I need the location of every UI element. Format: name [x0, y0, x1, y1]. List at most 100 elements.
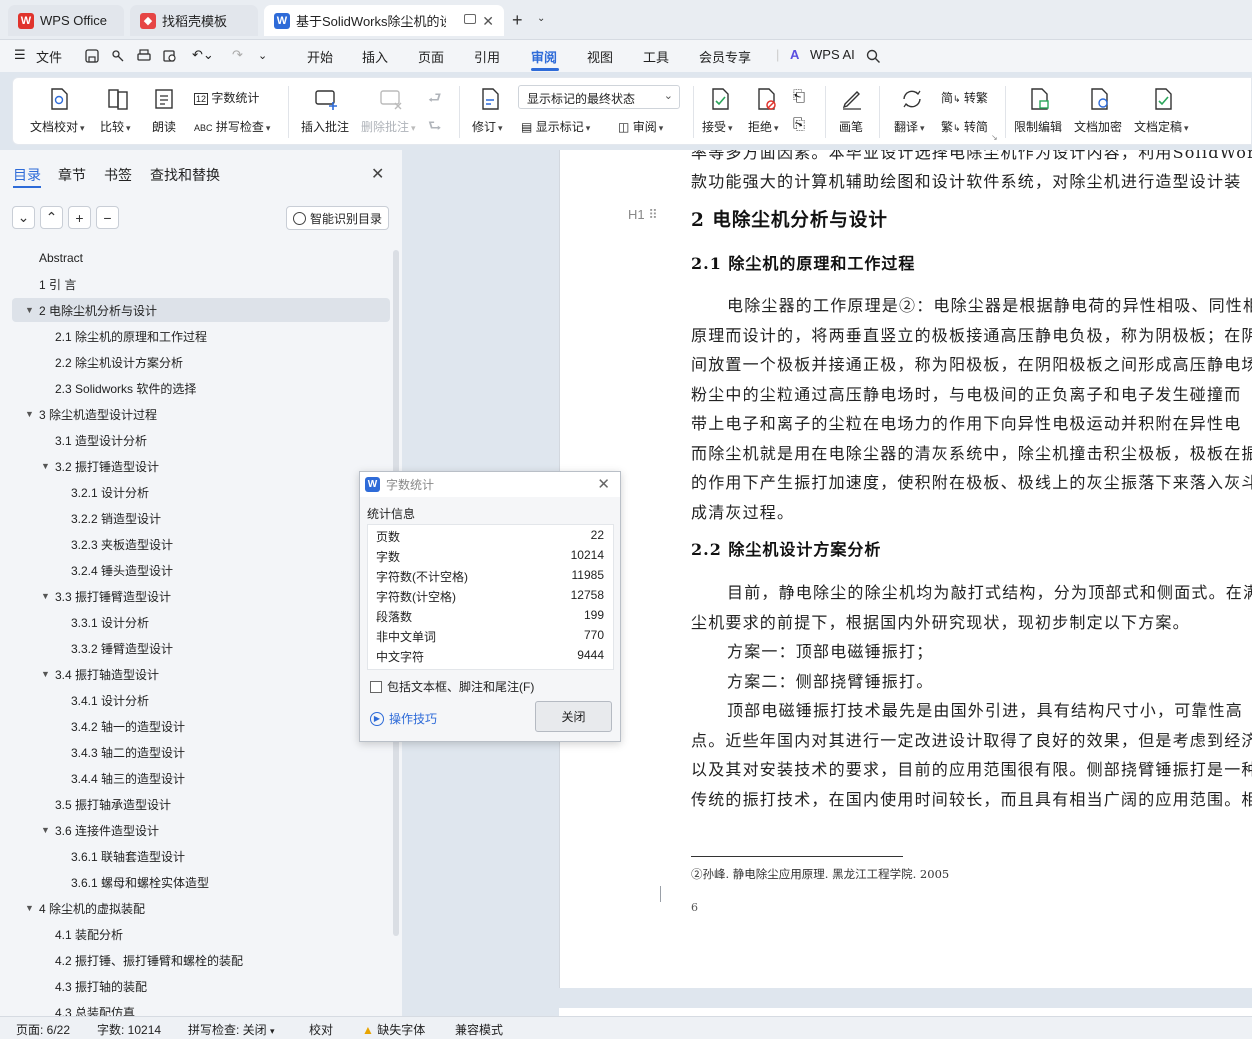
menu-page[interactable]: 页面: [418, 47, 444, 66]
add-heading-button[interactable]: +: [68, 206, 91, 229]
status-proofread[interactable]: 校对: [309, 1021, 333, 1038]
status-spell-check[interactable]: 拼写检查: 关闭 ▾: [188, 1021, 275, 1038]
menu-review[interactable]: 审阅: [531, 47, 557, 66]
close-tab-icon[interactable]: ✕: [482, 13, 494, 30]
menu-wps-ai[interactable]: WPS AI: [810, 47, 855, 62]
insert-comment-button[interactable]: 插入批注: [301, 118, 349, 135]
share-icon[interactable]: [110, 48, 126, 64]
encrypt-button[interactable]: 文档加密: [1074, 118, 1122, 135]
collapse-toggle-icon[interactable]: ▼: [41, 825, 50, 835]
collapse-toggle-icon[interactable]: ▼: [41, 669, 50, 679]
show-markup-button[interactable]: ▤ 显示标记 ▾: [521, 118, 590, 135]
word-count-button[interactable]: 12 字数统计: [194, 89, 259, 106]
tab-sections[interactable]: 章节: [58, 165, 86, 185]
read-aloud-button[interactable]: 朗读: [152, 118, 176, 135]
hamburger-icon[interactable]: ☰: [14, 47, 26, 63]
heading-marker[interactable]: H1 ⠿: [628, 207, 658, 223]
toc-item[interactable]: 3.2.4 锤头造型设计: [71, 558, 173, 582]
next-comment-icon[interactable]: ⮑: [428, 116, 442, 141]
toc-item[interactable]: 3.3.1 设计分析: [71, 610, 149, 634]
next-change-icon[interactable]: ⎘: [793, 116, 805, 133]
collapse-toggle-icon[interactable]: ▼: [25, 305, 34, 315]
tab-wps-office[interactable]: W WPS Office: [8, 5, 124, 36]
toc-item[interactable]: 4.3 总装配仿真: [55, 1000, 135, 1017]
monitor-icon[interactable]: [464, 14, 476, 24]
toc-item[interactable]: 4.2 振打锤、振打锤臂和螺栓的装配: [55, 948, 243, 972]
status-word-count[interactable]: 字数: 10214: [97, 1021, 161, 1038]
markup-state-select[interactable]: 显示标记的最终状态 ⌄: [518, 85, 680, 109]
menu-tools[interactable]: 工具: [643, 47, 669, 66]
toc-item[interactable]: 3.6.1 螺母和螺栓实体造型: [71, 870, 209, 894]
smart-toc-button[interactable]: 智能识别目录: [286, 206, 389, 230]
checkbox-box[interactable]: [370, 680, 382, 693]
quick-access-dropdown-icon[interactable]: ⌄: [258, 49, 267, 62]
collapse-toggle-icon[interactable]: ▼: [25, 903, 34, 913]
status-page[interactable]: 页面: 6/22: [16, 1021, 70, 1038]
toc-item[interactable]: 2.1 除尘机的原理和工作过程: [55, 324, 207, 348]
toc-item[interactable]: 4.3 振打轴的装配: [55, 974, 147, 998]
toc-item[interactable]: 3.3.2 锤臂造型设计: [71, 636, 173, 660]
prev-change-icon[interactable]: ⎗: [793, 88, 805, 105]
to-simplified-button[interactable]: 繁↳ 转简: [941, 118, 988, 135]
menu-insert[interactable]: 插入: [362, 47, 388, 66]
to-traditional-button[interactable]: 简↳ 转繁: [941, 89, 988, 106]
toc-item[interactable]: 3.3 振打锤臂造型设计: [55, 584, 171, 608]
search-icon[interactable]: [865, 48, 881, 64]
menu-member[interactable]: 会员专享: [699, 47, 751, 66]
menu-start[interactable]: 开始: [307, 47, 333, 66]
dialog-close-icon[interactable]: ✕: [597, 475, 610, 493]
toc-item[interactable]: 3.4.2 轴一的造型设计: [71, 714, 185, 738]
toc-item[interactable]: 3.4.3 轴二的造型设计: [71, 740, 185, 764]
toc-item[interactable]: 3.2.2 销造型设计: [71, 506, 161, 530]
dialog-close-button[interactable]: 关闭: [535, 701, 612, 732]
doc-check-button[interactable]: 文档校对 ▾: [30, 118, 85, 135]
tips-link[interactable]: ▶ 操作技巧: [370, 710, 437, 727]
collapse-toggle-icon[interactable]: ▼: [25, 409, 34, 419]
toc-item[interactable]: 3.4 振打轴造型设计: [55, 662, 159, 686]
reject-button[interactable]: 拒绝 ▾: [748, 118, 779, 135]
print-icon[interactable]: [136, 48, 152, 64]
collapse-toggle-icon[interactable]: ▼: [41, 591, 50, 601]
toc-item[interactable]: 3.4.4 轴三的造型设计: [71, 766, 185, 790]
tab-bookmarks[interactable]: 书签: [104, 165, 132, 185]
toc-item[interactable]: 2.3 Solidworks 软件的选择: [55, 376, 196, 400]
tab-toc[interactable]: 目录: [13, 165, 41, 185]
chevron-down-icon[interactable]: ⌄: [537, 13, 545, 24]
tab-document[interactable]: W 基于SolidWorks除尘机的设计 ✕: [264, 5, 504, 36]
remove-heading-button[interactable]: −: [96, 206, 119, 229]
compare-button[interactable]: 比较 ▾: [100, 118, 131, 135]
close-panel-icon[interactable]: ✕: [371, 164, 384, 184]
review-pane-button[interactable]: ◫ 审阅 ▾: [618, 118, 663, 135]
dialog-titlebar[interactable]: W 字数统计 ✕: [360, 472, 620, 497]
collapse-toggle-icon[interactable]: ▼: [41, 461, 50, 471]
toc-item[interactable]: 3.1 造型设计分析: [55, 428, 147, 452]
toc-item[interactable]: 3.2 振打锤造型设计: [55, 454, 159, 478]
delete-comment-button[interactable]: 删除批注 ▾: [361, 118, 416, 135]
toc-item[interactable]: 1 引 言: [39, 272, 76, 296]
menu-references[interactable]: 引用: [474, 47, 500, 66]
toc-item[interactable]: 3.2.3 夹板造型设计: [71, 532, 173, 556]
pen-button[interactable]: 画笔: [839, 118, 863, 135]
drag-handle-icon[interactable]: ⠿: [648, 207, 658, 222]
translate-button[interactable]: 翻译 ▾: [894, 118, 925, 135]
finalize-button[interactable]: 文档定稿 ▾: [1134, 118, 1189, 135]
toc-item[interactable]: 3.6.1 联轴套造型设计: [71, 844, 185, 868]
expand-dialog-icon[interactable]: ↘: [991, 133, 998, 142]
document-page[interactable]: 率等多方面因素。本毕业设计选择电除尘机作为设计内容，利用SolidWorks 款…: [559, 150, 1252, 988]
prev-comment-icon[interactable]: ⮐: [428, 88, 442, 113]
track-changes-button[interactable]: 修订 ▾: [472, 118, 503, 135]
status-missing-font[interactable]: ▲ 缺失字体: [362, 1021, 425, 1038]
toc-item[interactable]: 3.5 振打轴承造型设计: [55, 792, 171, 816]
accept-button[interactable]: 接受 ▾: [702, 118, 733, 135]
tab-find-replace[interactable]: 查找和替换: [150, 165, 220, 185]
toc-item[interactable]: 4.1 装配分析: [55, 922, 123, 946]
print-preview-icon[interactable]: [162, 48, 178, 64]
tab-template[interactable]: ◆ 找稻壳模板: [130, 5, 258, 36]
toc-item[interactable]: 4 除尘机的虚拟装配: [39, 896, 145, 920]
redo-icon[interactable]: ↷: [232, 47, 243, 63]
toc-item[interactable]: 2.2 除尘机设计方案分析: [55, 350, 183, 374]
include-textbox-checkbox[interactable]: 包括文本框、脚注和尾注(F): [370, 678, 534, 695]
toc-item[interactable]: 3.2.1 设计分析: [71, 480, 149, 504]
toc-item[interactable]: 3 除尘机造型设计过程: [39, 402, 157, 426]
menu-view[interactable]: 视图: [587, 47, 613, 66]
